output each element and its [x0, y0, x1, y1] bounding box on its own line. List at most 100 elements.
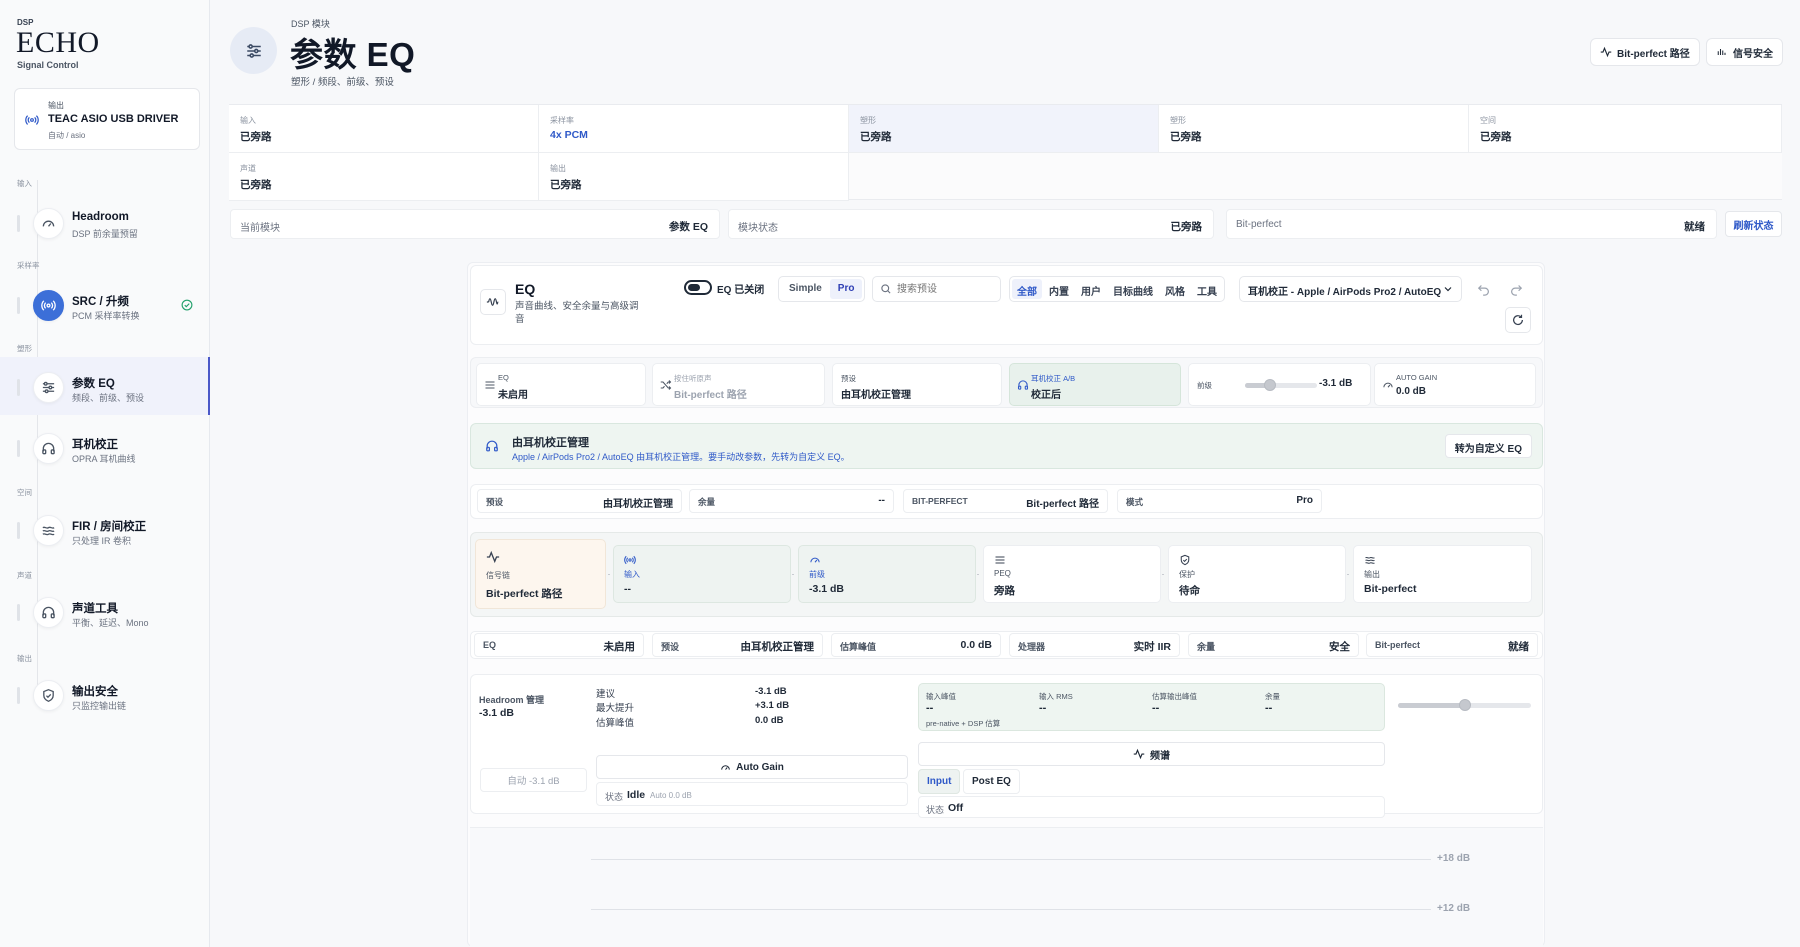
- kv-label: 余量: [698, 497, 716, 507]
- metric-value: 安全: [1329, 641, 1350, 653]
- undo-icon[interactable]: [1477, 282, 1491, 296]
- headroom-slider-knob[interactable]: [1458, 699, 1471, 711]
- node-value: --: [624, 583, 631, 595]
- chain-label: 信号链: [486, 571, 510, 580]
- tab-input[interactable]: Input: [918, 769, 961, 794]
- metric-bit-perfect: Bit-perfect 就绪: [1366, 633, 1538, 657]
- chain-connector: [792, 574, 794, 575]
- info-label: 模块状态: [738, 223, 778, 234]
- node-label: 输入: [624, 570, 640, 579]
- meter-label: 输入 RMS: [1039, 692, 1073, 701]
- headroom-slider-fill: [1398, 703, 1465, 708]
- info-label: 当前模块: [240, 223, 280, 234]
- sidebar-item-src[interactable]: SRC / 升频 PCM 采样率转换: [0, 275, 210, 333]
- chain-node-protection: 保护 待命: [1168, 545, 1346, 603]
- headroom-slider[interactable]: [1398, 699, 1531, 711]
- control-value: Bit-perfect 路径: [674, 390, 747, 401]
- metric-value: 由耳机校正管理: [740, 641, 815, 653]
- redo-icon[interactable]: [1509, 282, 1523, 296]
- sidebar-item-headphone-correction[interactable]: 耳机校正 OPRA 耳机曲线: [0, 418, 210, 476]
- kv-bit-perfect: BIT-PERFECT Bit-perfect 路径: [903, 489, 1108, 513]
- status-label: 塑形: [1170, 116, 1186, 125]
- sliders-icon: [994, 554, 1006, 566]
- gauge-icon: [41, 216, 56, 231]
- chain-connector: [977, 574, 979, 575]
- status-label: 空间: [1480, 116, 1496, 125]
- tab-user[interactable]: 用户: [1076, 279, 1106, 299]
- mode-pro-button[interactable]: Pro: [829, 279, 863, 299]
- node-label: 保护: [1179, 570, 1195, 579]
- chevron-down-icon: [1442, 283, 1454, 295]
- preamp-slider[interactable]: [1245, 379, 1317, 391]
- banner-title: 由耳机校正管理: [512, 437, 589, 449]
- control-label: EQ: [498, 373, 509, 382]
- gauge-icon: [809, 554, 821, 566]
- eq-enable-toggle[interactable]: [684, 280, 712, 295]
- control-label: 耳机校正 A/B: [1031, 374, 1076, 383]
- sliders-icon: [245, 42, 263, 60]
- preset-card: 预设 由耳机校正管理: [832, 363, 1002, 406]
- page-title: 参数 EQ: [290, 36, 416, 73]
- metric-label: EQ: [483, 640, 497, 650]
- sliders-icon: [484, 379, 496, 391]
- spectrum-button[interactable]: 频谱: [918, 742, 1385, 766]
- shield-icon: [1179, 554, 1191, 566]
- tab-all[interactable]: 全部: [1012, 279, 1042, 299]
- current-module-row: 当前模块 参数 EQ: [230, 209, 720, 239]
- signal-safety-button[interactable]: 信号安全: [1706, 38, 1783, 66]
- metric-value: 实时 IIR: [1133, 641, 1171, 653]
- headroom-row-value: -3.1 dB: [755, 686, 787, 697]
- refresh-status-button[interactable]: 刷新状态: [1725, 211, 1782, 237]
- status-value: 已旁路: [1170, 131, 1202, 143]
- mode-simple-button[interactable]: Simple: [781, 279, 830, 299]
- auto-gain-button[interactable]: Auto Gain: [596, 755, 908, 779]
- nav-icon-badge: [33, 433, 64, 464]
- sidebar-item-headroom[interactable]: Headroom DSP 前余量预留: [0, 193, 210, 251]
- sidebar-item-fir[interactable]: FIR / 房间校正 只处理 IR 卷积: [0, 500, 210, 558]
- gridline: [591, 859, 1431, 860]
- tab-tools[interactable]: 工具: [1192, 279, 1222, 299]
- reset-button[interactable]: [1505, 307, 1531, 333]
- tab-builtin[interactable]: 内置: [1044, 279, 1074, 299]
- hold-original-button[interactable]: 按住听原声 Bit-perfect 路径: [652, 363, 825, 406]
- eq-curve-graph[interactable]: [470, 827, 1543, 947]
- control-value: 0.0 dB: [1396, 386, 1427, 397]
- preamp-slider-knob[interactable]: [1264, 379, 1277, 391]
- kv-mode: 模式 Pro: [1117, 489, 1322, 513]
- chain-node-input: 输入 --: [613, 545, 791, 603]
- level-meters: 输入峰值 -- 输入 RMS -- 估算输出峰值 -- 余量 -- pre-na…: [918, 683, 1385, 731]
- state-label: 状态: [605, 792, 624, 802]
- bit-perfect-path-button[interactable]: Bit-perfect 路径: [1590, 38, 1700, 66]
- page-subtitle: 塑形 / 频段、前级、预设: [291, 77, 394, 88]
- metric-label: 处理器: [1018, 642, 1046, 652]
- nav-indicator: [17, 522, 20, 539]
- kv-value: Bit-perfect 路径: [1026, 499, 1099, 510]
- tab-target-curve[interactable]: 目标曲线: [1108, 279, 1158, 299]
- node-value: 旁路: [994, 585, 1015, 597]
- status-cell-channel: 声道 已旁路: [229, 153, 539, 201]
- preset-select[interactable]: 耳机校正 - Apple / AirPods Pro2 / AutoEQ: [1239, 276, 1462, 302]
- kv-value: --: [878, 495, 885, 506]
- state-value: Off: [948, 802, 964, 814]
- tab-style[interactable]: 风格: [1160, 279, 1190, 299]
- sidebar-item-output-safety[interactable]: 输出安全 只监控输出链: [0, 665, 210, 723]
- kv-label: 预设: [486, 497, 504, 507]
- gridline-label: +18 dB: [1437, 853, 1471, 864]
- tab-post-eq[interactable]: Post EQ: [963, 769, 1020, 794]
- sidebar-item-title: 输出安全: [72, 686, 118, 698]
- nav-indicator: [17, 215, 20, 232]
- convert-to-custom-eq-button[interactable]: 转为自定义 EQ: [1444, 434, 1532, 458]
- sidebar-item-parametric-eq[interactable]: 参数 EQ 频段、前级、预设: [0, 357, 210, 415]
- headroom-value: -3.1 dB: [479, 707, 515, 719]
- module-state-row: 模块状态 已旁路: [728, 209, 1214, 239]
- status-value: 已旁路: [860, 131, 892, 143]
- sidebar-item-channel-tools[interactable]: 声道工具 平衡、延迟、Mono: [0, 582, 210, 640]
- headroom-row-label: 最大提升: [596, 703, 635, 714]
- headphones-icon: [41, 441, 56, 456]
- nav-icon-badge: [33, 515, 64, 546]
- output-device-card[interactable]: 输出 TEAC ASIO USB DRIVER 自动 / asio: [14, 88, 200, 150]
- headphone-ab-toggle[interactable]: 耳机校正 A/B 校正后: [1009, 363, 1181, 406]
- auto-headroom-button[interactable]: 自动 -3.1 dB: [480, 768, 587, 792]
- nav-icon-badge: [33, 290, 64, 321]
- preset-search-input[interactable]: [897, 281, 997, 297]
